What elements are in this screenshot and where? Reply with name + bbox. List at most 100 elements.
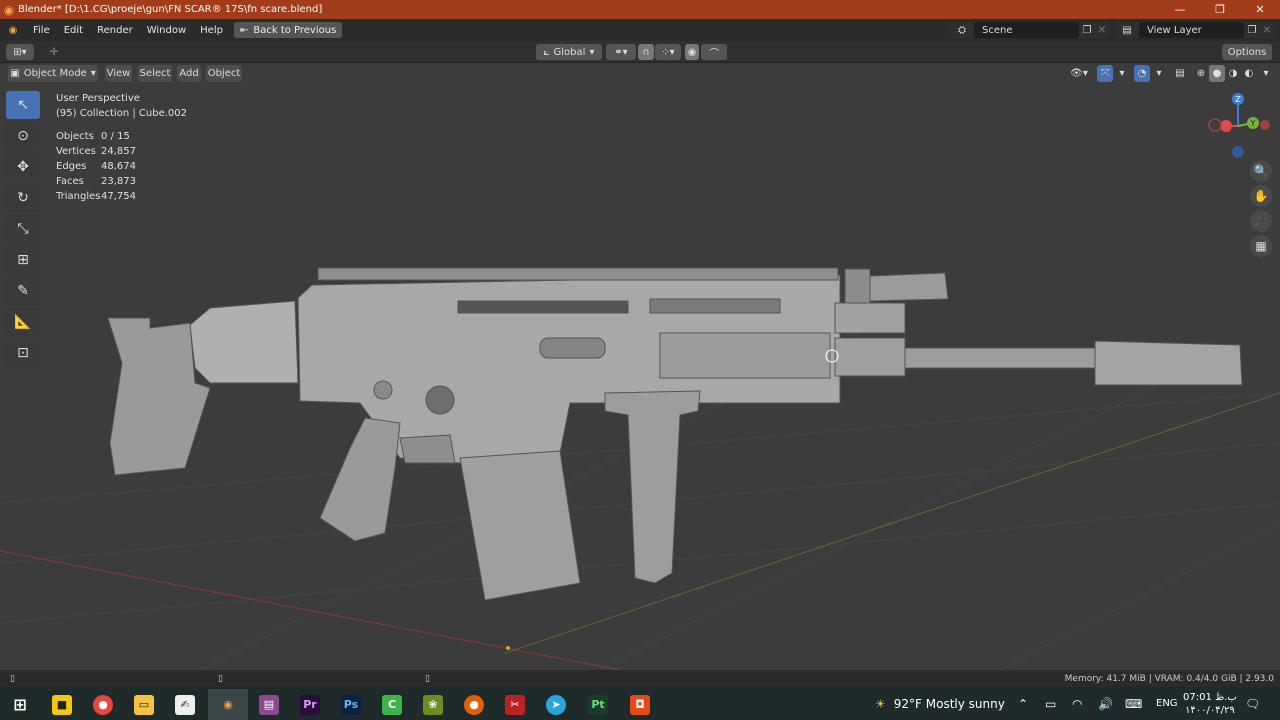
viewport-scene: [0, 267, 1280, 670]
visibility-icon[interactable]: 👁▾: [1066, 65, 1092, 82]
keyboard-icon[interactable]: ⌨: [1125, 687, 1142, 720]
minimize-button[interactable]: —: [1160, 0, 1200, 19]
menu-render[interactable]: Render: [90, 25, 140, 36]
options-button[interactable]: Options: [1222, 44, 1272, 60]
menu-help[interactable]: Help: [193, 25, 230, 36]
premiere-app-icon[interactable]: Pr: [290, 689, 330, 720]
snap-target-icon[interactable]: ⁘▾: [655, 44, 681, 60]
move-tool-icon[interactable]: ✥: [6, 153, 40, 181]
menu-add[interactable]: Add: [177, 65, 201, 82]
stat-value: 48,674: [101, 161, 136, 172]
falloff-icon[interactable]: ⌒: [701, 44, 727, 60]
stat-row: Objects 0 / 15: [56, 129, 187, 144]
view-layer-name[interactable]: View Layer: [1139, 22, 1244, 38]
cursor-tool-icon[interactable]: ⊙: [6, 122, 40, 150]
sun-icon: ☀: [875, 696, 886, 711]
tool-app-icon[interactable]: ✂: [495, 689, 535, 720]
stat-row: Edges 48,674: [56, 159, 187, 174]
volume-icon[interactable]: 🔊: [1098, 687, 1113, 720]
transform-tool-icon[interactable]: ⊞: [6, 246, 40, 274]
firefox-app-icon[interactable]: ●: [454, 689, 494, 720]
mouse-left-icon: ▯: [10, 673, 15, 684]
chevron-down-icon: ▾: [589, 46, 595, 58]
menu-select[interactable]: Select: [138, 65, 172, 82]
scene-selector[interactable]: ⛭ Scene ❐ ✕: [950, 22, 1110, 38]
language-indicator[interactable]: ENG: [1156, 687, 1178, 720]
menu-file[interactable]: File: [26, 25, 57, 36]
zoom-icon[interactable]: 🔍: [1250, 160, 1272, 182]
scene-icon: ⛭: [958, 24, 966, 36]
substance-painter-app-icon[interactable]: Pt: [578, 689, 618, 720]
menu-edit[interactable]: Edit: [57, 25, 90, 36]
file-explorer-app-icon[interactable]: ▭: [124, 689, 164, 720]
snap-toggle-icon[interactable]: ∩: [638, 44, 654, 60]
solid-shading-icon[interactable]: ●: [1209, 65, 1225, 82]
pan-hand-icon[interactable]: ✋: [1250, 185, 1272, 207]
photoshop-app-icon[interactable]: Ps: [331, 689, 371, 720]
proportional-edit-icon[interactable]: ◉: [685, 44, 699, 60]
grid-perspective-icon[interactable]: ▦: [1250, 235, 1272, 257]
viewport-info: User Perspective (95) Collection | Cube.…: [56, 91, 187, 204]
battery-icon[interactable]: ▭: [1045, 687, 1056, 720]
back-icon: ⇤: [239, 24, 249, 36]
back-to-previous-button[interactable]: ⇤ Back to Previous: [233, 22, 343, 38]
3d-app-icon[interactable]: ❀: [413, 689, 453, 720]
chevron-down-icon[interactable]: ▾: [1114, 65, 1130, 82]
menu-window[interactable]: Window: [140, 25, 193, 36]
blender-menu-icon[interactable]: ◉: [0, 25, 26, 36]
notification-icon[interactable]: 🗨: [1245, 687, 1260, 720]
select-box-tool-icon[interactable]: ↖: [6, 91, 40, 119]
scene-remove-icon[interactable]: ✕: [1095, 25, 1109, 36]
camtasia-app-icon[interactable]: C: [372, 689, 412, 720]
blender-logo-icon: ◉: [3, 2, 15, 17]
weather-widget[interactable]: ☀ 92°F Mostly sunny: [875, 687, 1005, 720]
stat-value: 24,857: [101, 146, 136, 157]
transform-tool-icon[interactable]: ✛: [44, 44, 64, 60]
chevron-down-icon[interactable]: ▾: [1151, 65, 1167, 82]
camera-view-icon[interactable]: 🎥: [1250, 210, 1272, 232]
scene-statistics: Objects 0 / 15 Vertices 24,857 Edges 48,674…: [56, 129, 187, 204]
view-layer-remove-icon[interactable]: ✕: [1260, 25, 1274, 36]
view-layer-selector[interactable]: ▤ View Layer ❐ ✕: [1115, 22, 1275, 38]
menu-view[interactable]: View: [105, 65, 132, 82]
gizmo-toggle-icon[interactable]: ⤧: [1097, 65, 1113, 82]
navigation-gizmo[interactable]: Z Y: [1195, 88, 1275, 168]
scene-name[interactable]: Scene: [974, 22, 1079, 38]
maximize-button[interactable]: ❐: [1200, 0, 1240, 19]
3d-viewport[interactable]: ▣ Object Mode ▾ View Select Add Object 👁…: [0, 63, 1280, 670]
scene-copy-icon[interactable]: ❐: [1079, 25, 1095, 36]
measure-tool-icon[interactable]: 📐: [6, 308, 40, 336]
tray-chevron-icon[interactable]: ⌃: [1018, 687, 1028, 720]
chrome-app-icon[interactable]: ●: [83, 689, 123, 720]
menu-object[interactable]: Object: [206, 65, 242, 82]
close-button[interactable]: ✕: [1240, 0, 1280, 19]
material-shading-icon[interactable]: ◑: [1225, 65, 1241, 82]
add-cube-tool-icon[interactable]: ⊡: [6, 339, 40, 367]
annotate-tool-icon[interactable]: ✎: [6, 277, 40, 305]
xray-toggle-icon[interactable]: ▤: [1172, 65, 1188, 82]
wireframe-shading-icon[interactable]: ⊕: [1193, 65, 1209, 82]
mouse-right-icon: ▯: [425, 673, 430, 684]
paint-app-icon[interactable]: ✍: [165, 689, 205, 720]
stat-value: 0 / 15: [101, 131, 130, 142]
telegram-app-icon[interactable]: ➤: [536, 689, 576, 720]
editor-type-icon[interactable]: ⊞▾: [6, 44, 34, 60]
sticky-notes-app-icon[interactable]: ■: [42, 689, 82, 720]
rifle-model[interactable]: [107, 267, 1243, 601]
wifi-icon[interactable]: ◠: [1072, 687, 1082, 720]
perspective-label: User Perspective: [56, 93, 140, 104]
pivot-point-icon[interactable]: ⚭▾: [606, 44, 636, 60]
winrar-app-icon[interactable]: ▤: [249, 689, 289, 720]
mode-dropdown[interactable]: ▣ Object Mode ▾: [8, 65, 98, 82]
view-layer-copy-icon[interactable]: ❐: [1244, 25, 1260, 36]
clock[interactable]: 07:01 ب.ظ ۱۴۰۰/۰۴/۲۹: [1183, 687, 1237, 720]
start-button[interactable]: ⊞: [0, 689, 40, 720]
office-app-icon[interactable]: ◘: [620, 689, 660, 720]
chevron-down-icon[interactable]: ▾: [1258, 65, 1274, 82]
rendered-shading-icon[interactable]: ◐: [1241, 65, 1257, 82]
rotate-tool-icon[interactable]: ↻: [6, 184, 40, 212]
orientation-dropdown[interactable]: ⟀ Global ▾: [536, 44, 602, 60]
scale-tool-icon[interactable]: ⤡: [6, 215, 40, 243]
overlay-toggle-icon[interactable]: ◔: [1134, 65, 1150, 82]
blender-app-icon[interactable]: ◉: [208, 689, 248, 720]
